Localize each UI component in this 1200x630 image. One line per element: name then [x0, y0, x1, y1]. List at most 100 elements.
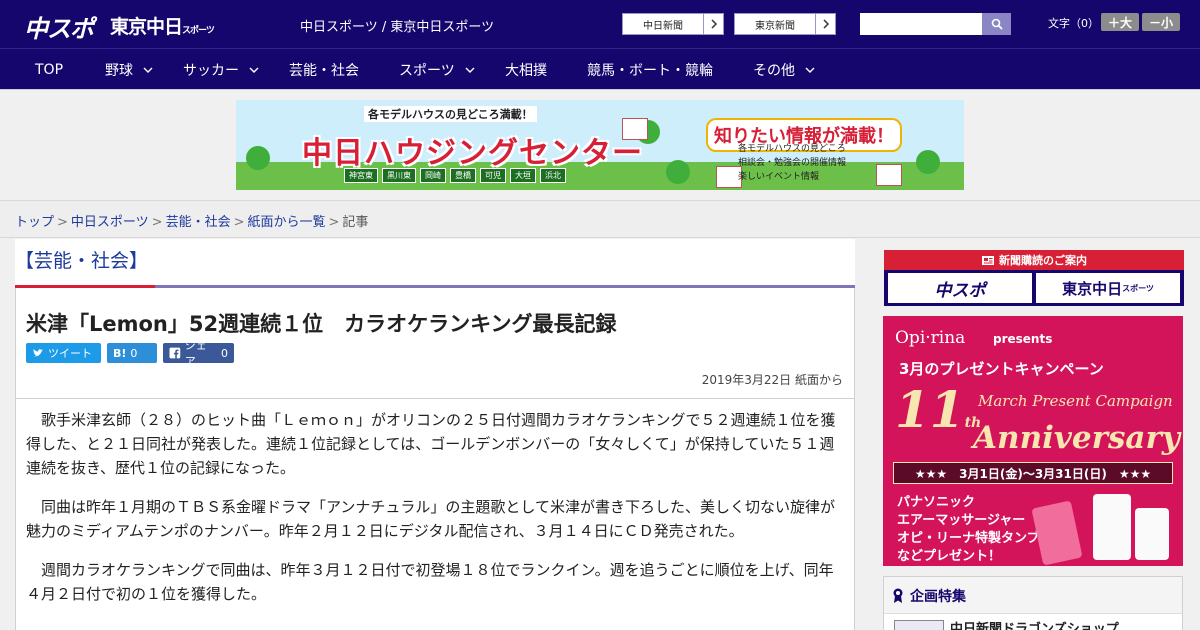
- chunichi-shimbun-link[interactable]: 中日新聞: [622, 13, 724, 35]
- tree-icon: [246, 146, 270, 170]
- city-tag: 可児: [480, 168, 506, 183]
- nav-item-other[interactable]: その他: [753, 49, 815, 90]
- banner-bullet: 相談会・勉強会の開催情報: [738, 158, 847, 168]
- nav-item-top[interactable]: TOP: [35, 49, 63, 90]
- subscription-header-label: 新聞購読のご案内: [999, 254, 1087, 267]
- banner-bullets: 各モデルハウスの見どころ 相談会・勉強会の開催情報 楽しいイベント情報: [738, 142, 846, 184]
- search-icon: [991, 18, 1003, 30]
- facebook-icon: [169, 347, 181, 359]
- chusupo-logo[interactable]: 中スポ: [24, 9, 94, 44]
- breadcrumb-separator: >: [233, 215, 245, 230]
- article-divider: [15, 398, 855, 399]
- ribbon-icon: [893, 588, 903, 603]
- city-tag: 黒川東: [382, 168, 416, 183]
- font-decrease-button[interactable]: －小: [1142, 13, 1180, 31]
- tumbler-image: [1135, 508, 1169, 560]
- banner-bullet: 楽しいイベント情報: [738, 172, 820, 182]
- banner-title: 中日ハウジングセンター: [302, 136, 643, 171]
- nav-item-sports[interactable]: スポーツ: [399, 49, 475, 90]
- feature-header-label: 企画特集: [910, 589, 966, 605]
- tweet-button[interactable]: ツイート: [26, 343, 101, 363]
- article-dateline: 2019年3月22日 紙面から: [701, 373, 843, 387]
- facebook-share-button[interactable]: シェア 0: [163, 339, 234, 368]
- tokyo-chunichi-logo[interactable]: 東京中日スポーツ: [110, 12, 215, 39]
- breadcrumb-separator: >: [151, 215, 163, 230]
- promo-number-value: 11: [895, 380, 965, 439]
- tweet-label: ツイート: [48, 347, 92, 360]
- nav-item-sumo[interactable]: 大相撲: [505, 49, 547, 90]
- search-button[interactable]: [982, 13, 1011, 35]
- chevron-down-icon: [465, 67, 475, 73]
- font-size-label: 文字（0）: [1048, 17, 1099, 30]
- nav-divider: [0, 89, 1200, 90]
- feature-item[interactable]: 中日新聞ドラゴンズショップ: [884, 613, 1182, 630]
- site-tagline: 中日スポーツ / 東京中日スポーツ: [300, 20, 495, 35]
- nav-label: 野球: [105, 62, 133, 79]
- twitter-icon: [33, 349, 43, 357]
- article-paragraph: 歌手米津玄師（２８）のヒット曲「Ｌｅｍｏｎ」がオリコンの２５日付週間カラオケラン…: [26, 411, 836, 477]
- article-paragraph: 週間カラオケランキングで同曲は、昨年３月１２日付で初登場１８位でランクイン。週を…: [26, 561, 834, 603]
- search-input[interactable]: [860, 13, 982, 35]
- promo-brand: Opi·rina: [895, 328, 966, 348]
- main-nav: TOP 野球 サッカー 芸能・社会 スポーツ 大相撲 競馬・ボート・競輪 その他: [0, 48, 1200, 89]
- top-header: 中スポ 東京中日スポーツ 中日スポーツ / 東京中日スポーツ 中日新聞 東京新聞…: [0, 0, 1200, 48]
- subscribe-tokyo-label: 東京中日: [1062, 279, 1123, 298]
- breadcrumb-entertainment[interactable]: 芸能・社会: [166, 215, 231, 230]
- present-campaign-banner[interactable]: Opi·rina presents 3月のプレゼントキャンペーン 11th Ma…: [883, 316, 1183, 566]
- nav-label: スポーツ: [399, 62, 455, 79]
- city-tag: 浜北: [540, 168, 566, 183]
- house-icon: [876, 164, 902, 186]
- facebook-share-label: シェア: [184, 339, 207, 368]
- chevron-down-icon: [143, 67, 153, 73]
- newspaper-icon: [982, 255, 994, 265]
- chevron-right-icon: [815, 14, 835, 34]
- article-category: 【芸能・社会】: [15, 250, 149, 272]
- nav-item-racing[interactable]: 競馬・ボート・競輪: [587, 49, 713, 90]
- breadcrumb: トップ > 中日スポーツ > 芸能・社会 > 紙面から一覧 > 記事: [15, 211, 368, 230]
- nav-item-baseball[interactable]: 野球: [105, 49, 153, 90]
- chevron-down-icon: [249, 67, 259, 73]
- subscribe-chusupo-button[interactable]: 中スポ: [888, 273, 1032, 303]
- promo-english-title: March Present Campaign: [978, 392, 1173, 410]
- breadcrumb-chunichi-sports[interactable]: 中日スポーツ: [71, 215, 149, 230]
- hatena-icon: B!: [113, 346, 127, 360]
- font-increase-button[interactable]: ＋大: [1101, 13, 1139, 31]
- tree-icon: [666, 160, 690, 184]
- housing-center-banner[interactable]: 各モデルハウスの見どころ満載！ 中日ハウジングセンター 知りたい情報が満載！ 各…: [236, 100, 964, 190]
- subscription-box: 新聞購読のご案内 中スポ 東京中日 スポーツ: [884, 250, 1184, 306]
- tumbler-image: [1093, 494, 1131, 560]
- tree-icon: [916, 150, 940, 174]
- feature-header: 企画特集: [892, 586, 966, 606]
- subscription-header: 新聞購読のご案内: [884, 250, 1184, 270]
- feature-thumbnail: [894, 620, 944, 630]
- city-tag: 岡崎: [420, 168, 446, 183]
- subscribe-tokyo-chunichi-button[interactable]: 東京中日 スポーツ: [1036, 273, 1180, 303]
- chunichi-shimbun-label: 中日新聞: [643, 20, 683, 32]
- feature-item-label: 中日新聞ドラゴンズショップ: [950, 622, 1119, 630]
- subscribe-tokyo-small: スポーツ: [1122, 283, 1154, 293]
- city-tag: 大垣: [510, 168, 536, 183]
- chevron-down-icon: [805, 67, 815, 73]
- promo-campaign: 3月のプレゼントキャンペーン: [899, 360, 1104, 378]
- city-tag: 神宮東: [344, 168, 378, 183]
- promo-anniversary: Anniversary: [973, 420, 1180, 456]
- breadcrumb-bar: トップ > 中日スポーツ > 芸能・社会 > 紙面から一覧 > 記事: [0, 200, 1200, 238]
- tokyo-shimbun-label: 東京新聞: [755, 20, 795, 32]
- hatena-count: 0: [130, 346, 138, 360]
- tokyo-shimbun-link[interactable]: 東京新聞: [734, 13, 836, 35]
- breadcrumb-top[interactable]: トップ: [15, 215, 54, 230]
- breadcrumb-current: 記事: [342, 215, 369, 230]
- nav-item-soccer[interactable]: サッカー: [183, 49, 259, 90]
- promo-number: 11th: [895, 380, 981, 439]
- banner-cities: 神宮東 黒川東 岡崎 豊橋 可児 大垣 浜北: [344, 168, 566, 183]
- promo-dates: ★★★ 3月1日(金)〜3月31日(日) ★★★: [893, 462, 1173, 484]
- hatena-bookmark-button[interactable]: B! 0: [107, 343, 157, 363]
- facebook-count: 0: [221, 346, 228, 360]
- tokyo-logo-small: スポーツ: [182, 26, 215, 36]
- breadcrumb-paper-list[interactable]: 紙面から一覧: [248, 215, 326, 230]
- nav-label: TOP: [35, 61, 64, 78]
- article-paragraph: 同曲は昨年１月期のＴＢＳ系金曜ドラマ「アンナチュラル」の主題歌として米津が書き下…: [26, 498, 835, 540]
- feature-box: 企画特集 中日新聞ドラゴンズショップ: [883, 576, 1183, 630]
- nav-item-entertainment[interactable]: 芸能・社会: [289, 49, 359, 90]
- article-headline: 米津「Lemon」52週連続１位 カラオケランキング最長記録: [26, 312, 617, 336]
